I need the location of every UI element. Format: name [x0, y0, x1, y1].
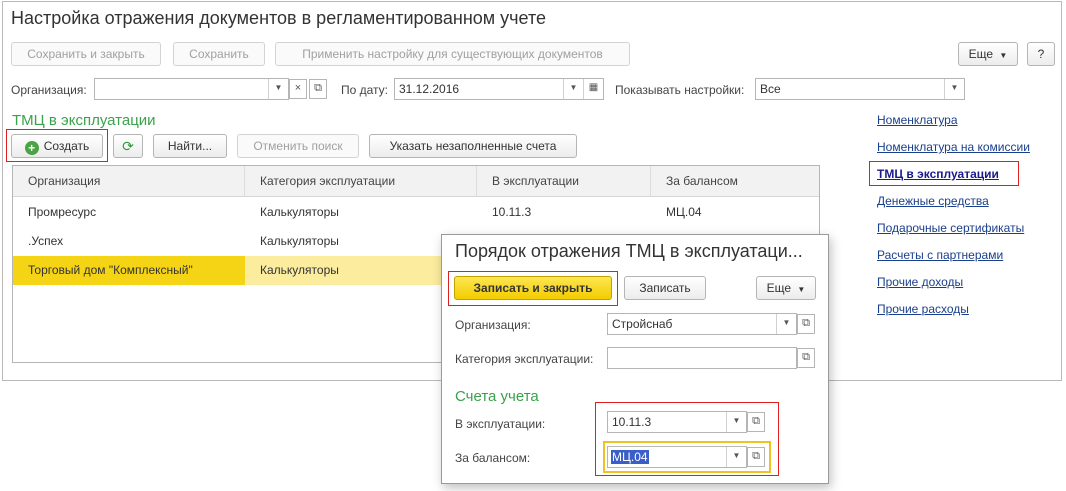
- open-icon[interactable]: ⧉: [797, 314, 815, 334]
- dialog-more-button[interactable]: Еще ▼: [756, 276, 816, 300]
- cancel-search-button[interactable]: Отменить поиск: [237, 134, 359, 158]
- create-button[interactable]: + Создать: [11, 134, 103, 158]
- nav-link-partners[interactable]: Расчеты с партнерами: [877, 248, 1003, 262]
- more-label: Еще: [968, 47, 994, 61]
- dialog-org-value: Стройснаб: [612, 317, 673, 331]
- refresh-button[interactable]: ⟳: [113, 134, 143, 158]
- show-settings-label: Показывать настройки:: [615, 83, 745, 97]
- calendar-icon[interactable]: ▦: [583, 79, 603, 99]
- off-balance-input[interactable]: МЦ.04 ▼: [607, 446, 747, 468]
- chevron-down-icon: ▼: [999, 51, 1008, 60]
- write-close-button[interactable]: Записать и закрыть: [454, 276, 612, 300]
- chevron-down-icon: ▼: [797, 285, 806, 294]
- accounts-section-title: Счета учета: [455, 388, 539, 405]
- nav-link-gift-cards[interactable]: Подарочные сертификаты: [877, 221, 1024, 235]
- section-title: ТМЦ в эксплуатации: [12, 112, 156, 129]
- chevron-down-icon[interactable]: ▼: [563, 79, 583, 99]
- nav-link-cash[interactable]: Денежные средства: [877, 194, 989, 208]
- table-header: Организация Категория эксплуатации В экс…: [13, 166, 819, 197]
- table-cell: МЦ.04: [666, 205, 702, 219]
- dialog-org-input[interactable]: Стройснаб ▼: [607, 313, 797, 335]
- table-cell: Калькуляторы: [260, 205, 339, 219]
- dialog-org-label: Организация:: [455, 318, 531, 332]
- open-icon[interactable]: ⧉: [309, 79, 327, 99]
- chevron-down-icon[interactable]: ▼: [726, 412, 746, 432]
- apply-existing-button[interactable]: Применить настройку для существующих док…: [275, 42, 630, 66]
- table-cell: Промресурс: [28, 205, 97, 219]
- tmc-dialog: Порядок отражения ТМЦ в эксплуатаци... З…: [441, 234, 829, 484]
- chevron-down-icon[interactable]: ▼: [776, 314, 796, 334]
- nav-link-commission[interactable]: Номенклатура на комиссии: [877, 140, 1030, 154]
- write-button[interactable]: Записать: [624, 276, 706, 300]
- find-button[interactable]: Найти...: [153, 134, 227, 158]
- org-filter-label: Организация:: [11, 83, 87, 97]
- table-row[interactable]: Промресурс Калькуляторы 10.11.3 МЦ.04: [13, 198, 819, 227]
- dialog-category-input[interactable]: [607, 347, 797, 369]
- open-icon[interactable]: ⧉: [747, 447, 765, 467]
- show-settings-value: Все: [760, 82, 781, 96]
- save-button[interactable]: Сохранить: [173, 42, 265, 66]
- column-header[interactable]: В эксплуатации: [477, 166, 651, 197]
- help-button[interactable]: ?: [1027, 42, 1055, 66]
- column-header[interactable]: Организация: [13, 166, 245, 197]
- table-cell: 10.11.3: [492, 205, 532, 219]
- plus-icon: +: [24, 141, 39, 155]
- nav-link-other-income[interactable]: Прочие доходы: [877, 275, 963, 289]
- dialog-more-label: Еще: [766, 281, 792, 295]
- dialog-category-label: Категория эксплуатации:: [455, 352, 594, 366]
- off-balance-value: МЦ.04: [611, 450, 649, 464]
- in-use-value: 10.11.3: [612, 415, 652, 429]
- show-unfilled-button[interactable]: Указать незаполненные счета: [369, 134, 577, 158]
- off-balance-label: За балансом:: [455, 451, 531, 465]
- dialog-title: Порядок отражения ТМЦ в эксплуатаци...: [455, 241, 803, 261]
- chevron-down-icon[interactable]: ▼: [268, 79, 288, 99]
- create-label: Создать: [43, 139, 90, 153]
- show-settings-select[interactable]: Все ▼: [755, 78, 965, 100]
- date-filter-label: По дату:: [341, 83, 389, 97]
- in-use-label: В эксплуатации:: [455, 417, 546, 431]
- clear-icon[interactable]: ×: [289, 79, 307, 99]
- column-header[interactable]: Категория эксплуатации: [245, 166, 477, 197]
- save-close-button[interactable]: Сохранить и закрыть: [11, 42, 161, 66]
- table-cell: Торговый дом "Комплексный": [13, 256, 245, 285]
- column-header[interactable]: За балансом: [651, 166, 819, 197]
- refresh-icon: ⟳: [122, 138, 134, 154]
- date-filter-value: 31.12.2016: [399, 82, 460, 96]
- window-title: Настройка отражения документов в регламе…: [11, 8, 547, 28]
- chevron-down-icon[interactable]: ▼: [726, 447, 746, 467]
- nav-link-nomenclature[interactable]: Номенклатура: [877, 113, 958, 127]
- open-icon[interactable]: ⧉: [747, 412, 765, 432]
- in-use-input[interactable]: 10.11.3 ▼: [607, 411, 747, 433]
- nav-link-other-expenses[interactable]: Прочие расходы: [877, 302, 969, 316]
- date-filter-input[interactable]: 31.12.2016 ▼ ▦: [394, 78, 604, 100]
- more-button[interactable]: Еще ▼: [958, 42, 1018, 66]
- chevron-down-icon[interactable]: ▼: [944, 79, 964, 99]
- org-filter-input[interactable]: ▼: [94, 78, 289, 100]
- table-cell: .Успех: [28, 234, 64, 248]
- open-icon[interactable]: ⧉: [797, 348, 815, 368]
- nav-link-tmc-in-use[interactable]: ТМЦ в эксплуатации: [877, 167, 999, 181]
